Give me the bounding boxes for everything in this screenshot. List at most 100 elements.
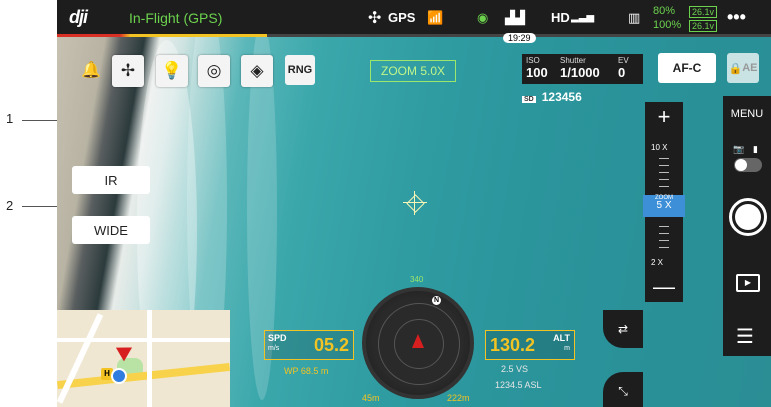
zoom-indicator: ZOOM 5.0X [370,60,456,82]
progress-fill [57,34,267,37]
swap-view-button[interactable]: ⇄ [603,310,643,348]
hd-label: HD [551,10,570,25]
hd-signal-icon: ▂▃▅ [571,12,595,23]
voltage-2: 26.1v [689,20,718,32]
speed-readout: SPD m/s 05.2 [264,330,354,360]
flight-battery-progress [57,34,771,37]
zoom-tick [659,233,669,234]
gps-signal-icon: 📶 [427,10,444,25]
zoom-slider[interactable]: + 10 X ZOOM 5 X 2 X — [643,102,685,302]
mini-map[interactable]: H [57,310,230,407]
shutter-button[interactable] [729,198,767,236]
alt-value: 130.2 [490,335,536,355]
vision-icon: ◉ [477,10,489,25]
more-button[interactable]: ••• [727,7,746,28]
bell-icon[interactable]: 🔔 [81,60,101,80]
shutter-value: 1/1000 [560,65,600,80]
spd-value: 05.2 [313,335,349,355]
map-road [57,338,230,342]
zoom-tick [659,179,669,180]
map-road [57,362,230,390]
zoom-tick [659,172,669,173]
zoom-min-label: 2 X [651,258,664,267]
sd-card-icon: SD [522,96,536,103]
target-button[interactable]: ◎ [198,55,230,87]
heading-value: 340 [410,275,424,284]
battery-rc: 100% [653,19,682,31]
swap-icon: ⇄ [617,322,629,336]
ev-label: EV [618,56,629,65]
storage-count: 123456 [541,90,582,104]
zoom-tick [659,226,669,227]
drone-icon: ✣ [368,10,382,27]
north-icon: N [432,296,441,305]
home-distance: 45m [362,393,380,403]
settings-sliders-icon[interactable]: ☰ [736,324,754,349]
flight-status[interactable]: In-Flight (GPS) [129,10,222,26]
altitude-readout: 130.2 ALT m [485,330,575,360]
status-bar: dji In-Flight (GPS) ✣ GPS 📶 ◉ ▟▟ HD ▂▃▅ … [57,0,771,36]
pin-button[interactable]: ◈ [241,55,273,87]
diamond-icon: ◈ [250,61,264,80]
rc-signal-icon: ▟▟ [505,10,525,25]
waypoint-distance: 222m [447,393,470,403]
zoom-in-button[interactable]: + [645,102,683,132]
iso-label: ISO [526,56,540,65]
camera-side-panel: MENU 📷 ▮ ▶ ☰ [723,96,771,356]
ae-label: AE [742,62,758,74]
camera-icon: 📷 [733,144,745,154]
alt-unit: m [564,345,570,352]
center-crosshair [403,191,427,215]
gps-label: GPS [388,10,416,25]
spd-key: SPD [268,333,287,343]
playback-button[interactable]: ▶ [736,274,760,292]
light-bulb-icon: 💡 [161,61,183,80]
map-road [57,313,104,404]
map-road [147,310,152,407]
collapse-icon: ⤡ [618,383,628,398]
crosshair-box [406,194,425,213]
target-lock-button[interactable]: ✢ [112,55,144,87]
zoom-tick [659,165,669,166]
gimbal-icon: ✢ [120,61,136,80]
waypoint-distance-readout: WP 68.5 m [284,366,329,376]
ae-lock-button[interactable]: 🔒 AE [727,53,759,83]
menu-button[interactable]: MENU [723,96,771,132]
zoom-tick [659,247,669,248]
vertical-speed: 2.5 VS [501,364,529,374]
zoom-out-button[interactable]: — [645,272,683,302]
lock-icon: 🔒 [728,62,743,75]
pilot-location-icon [111,368,127,384]
asl-altitude: 1234.5 ASL [495,380,542,390]
shutter-label: Shutter [560,56,586,65]
zoom-tick [659,158,669,159]
wide-mode-button[interactable]: WIDE [72,216,150,244]
zoom-tick [659,186,669,187]
rng-button[interactable]: RNG [285,55,315,85]
iso-value: 100 [526,65,548,80]
camera-view: dji In-Flight (GPS) ✣ GPS 📶 ◉ ▟▟ HD ▂▃▅ … [57,0,771,407]
dji-logo[interactable]: dji [69,7,88,28]
voltage-1: 26.1v [689,6,718,18]
ev-value: 0 [618,65,626,80]
callout-1-label: 1 [6,111,14,126]
zoom-max-label: 10 X [651,143,668,152]
crosshair-icon: ◎ [206,61,222,80]
play-icon: ▶ [744,278,752,287]
spotlight-button[interactable]: 💡 [156,55,188,87]
storage-indicator: SD 123456 [522,90,582,104]
zoom-current-value: 5 X [656,200,672,211]
battery-icon: ▥ [628,10,641,25]
focus-mode-button[interactable]: AF-C [658,53,716,83]
zoom-current-handle[interactable]: ZOOM 5 X [643,195,685,217]
aircraft-heading-icon [412,334,424,348]
exposure-panel[interactable]: ISO 100 Shutter 1/1000 EV 0 [522,54,643,84]
flight-time: 19:29 [503,33,536,43]
photo-video-toggle[interactable] [734,158,762,172]
collapse-view-button[interactable]: ⤡ [603,372,643,407]
ir-mode-button[interactable]: IR [72,166,150,194]
spd-unit: m/s [268,345,280,352]
battery-aircraft: 80% [653,5,676,17]
zoom-tick [659,240,669,241]
attitude-compass[interactable]: 340 N [362,275,474,399]
